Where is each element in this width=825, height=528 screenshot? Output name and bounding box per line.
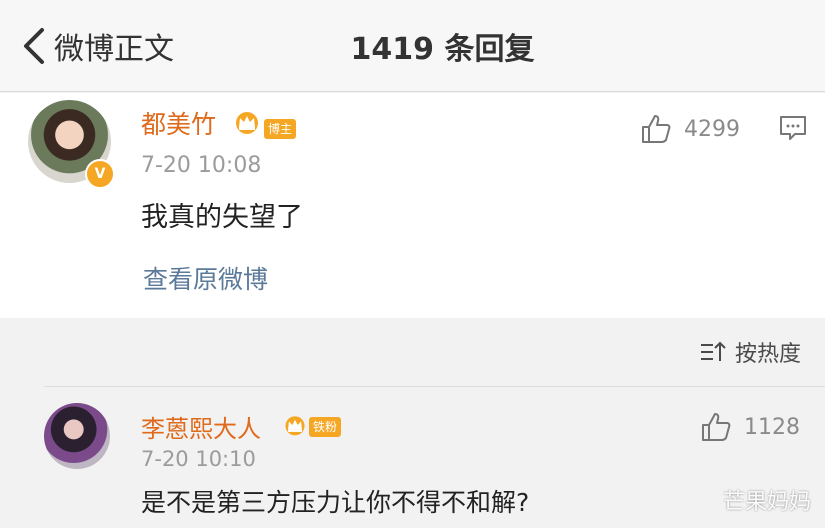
like-button[interactable]: 4299 bbox=[640, 113, 740, 145]
sort-by-hot-button[interactable]: 按热度 bbox=[699, 336, 801, 368]
timestamp: 7-20 10:08 bbox=[141, 153, 262, 178]
avatar[interactable]: V bbox=[28, 100, 115, 189]
like-button[interactable]: 1128 bbox=[700, 411, 800, 443]
thumbs-up-icon bbox=[642, 115, 671, 143]
watermark: 芒果妈妈 bbox=[722, 490, 811, 515]
like-count: 1128 bbox=[744, 414, 800, 440]
sort-label: 按热度 bbox=[734, 342, 801, 367]
username[interactable]: 李蒽熙大人 bbox=[141, 409, 261, 444]
blogger-tag: 博主 bbox=[264, 119, 297, 139]
comment-icon[interactable] bbox=[778, 113, 808, 143]
main-post: V 都美竹 博主 7-20 10:08 我真的失望了 查看原微博 4299 bbox=[0, 93, 825, 318]
sort-icon bbox=[700, 341, 726, 361]
thumbs-up-icon bbox=[702, 413, 731, 441]
page-title: 1419 条回复 bbox=[350, 32, 535, 67]
username[interactable]: 都美竹 bbox=[141, 105, 216, 141]
reply-text: 是不是第三方压力让你不得不和解? bbox=[141, 488, 530, 517]
view-original-link[interactable]: 查看原微博 bbox=[143, 260, 268, 296]
timestamp: 7-20 10:10 bbox=[141, 447, 256, 471]
fan-tag: 铁粉 bbox=[309, 417, 342, 437]
top-bar: 微博正文 1419 条回复 bbox=[0, 0, 825, 92]
sort-row: 按热度 bbox=[0, 318, 825, 386]
crown-icon bbox=[236, 112, 258, 134]
avatar-image bbox=[44, 403, 110, 469]
avatar[interactable] bbox=[44, 403, 110, 469]
post-text: 我真的失望了 bbox=[141, 202, 303, 233]
crown-icon bbox=[285, 416, 305, 436]
reply-item: 李蒽熙大人 铁粉 7-20 10:10 是不是第三方压力让你不得不和解? 112… bbox=[44, 386, 825, 528]
verified-badge-icon: V bbox=[85, 159, 115, 189]
like-count: 4299 bbox=[684, 116, 740, 142]
